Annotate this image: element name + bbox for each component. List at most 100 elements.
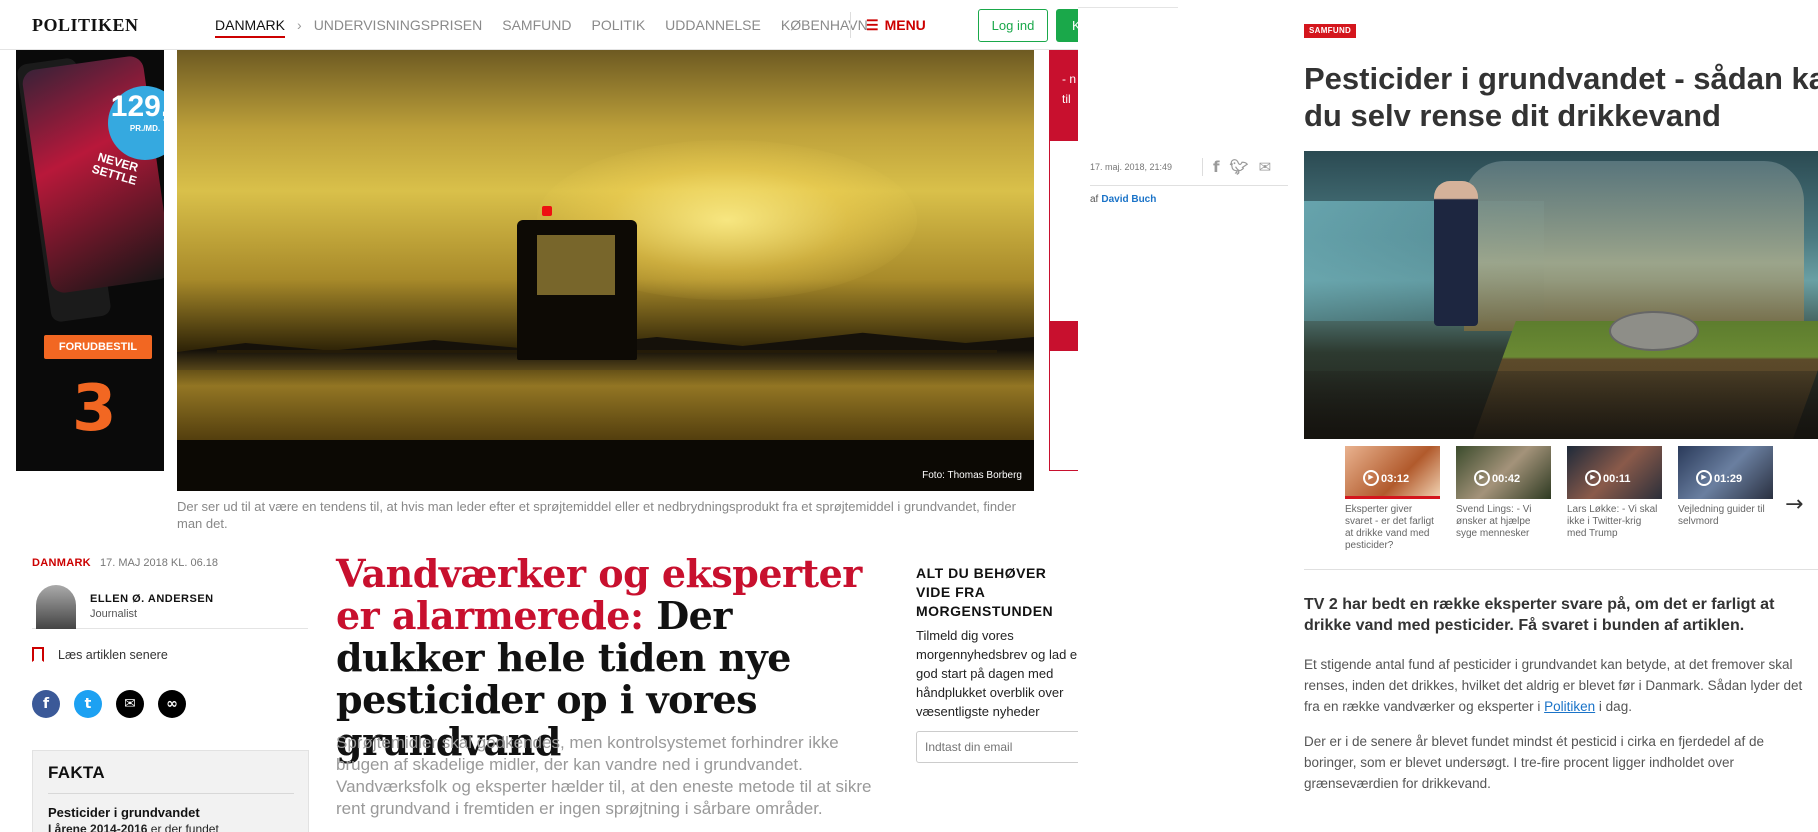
video-title: Vejledning guider til selvmord (1678, 504, 1765, 527)
side-ad[interactable]: - n til (1049, 50, 1078, 471)
nav-item-uddannelse[interactable]: UDDANNELSE (665, 17, 761, 38)
subscribe-button[interactable]: K (1056, 9, 1078, 42)
playlist-item[interactable]: ▶ 01:29 Vejledning guider til selvmord (1678, 446, 1773, 552)
newsletter-text-body: Tilmeld dig vores morgennyhedsbrev og la… (916, 628, 1078, 719)
phone-ad[interactable]: 129,- PR./MD. NEVER SETTLE FORUDBESTIL 3 (16, 50, 164, 471)
facebook-icon[interactable]: f (1213, 158, 1220, 176)
ad-price-unit: PR./MD. (129, 124, 161, 133)
login-button[interactable]: Log ind (978, 9, 1048, 42)
nav-divider (850, 12, 851, 38)
tv2-p1-end: i dag. (1598, 699, 1632, 714)
hero-image: Foto: Thomas Borberg (177, 50, 1034, 491)
headline-red: Vandværker og eksperter er alarmerede: (336, 551, 862, 638)
twitter-icon[interactable]: 🐦︎ (1230, 158, 1249, 176)
fakta-box: FAKTA Pesticider i grundvandet I årene 2… (32, 750, 309, 832)
photo-credit: Foto: Thomas Borberg (922, 470, 1022, 481)
tv2-paragraph-1: Et stigende antal fund af pesticider i g… (1304, 654, 1814, 717)
sidebar-author: af David Buch (1090, 194, 1156, 205)
hero-tractor-light (542, 206, 552, 216)
video-presenter (1434, 181, 1478, 326)
chevron-right-icon: › (297, 17, 302, 33)
twitter-icon[interactable]: t (74, 690, 102, 718)
video-title: Lars Løkke: - Vi skal ikke i Twitter-kri… (1567, 504, 1658, 539)
facebook-icon[interactable]: f (32, 690, 60, 718)
video-well (1609, 311, 1699, 351)
category-badge[interactable]: SAMFUND (1304, 24, 1357, 38)
video-backdrop (1464, 161, 1804, 331)
video-title: Svend Lings: - Vi ønsker at hjælpe syge … (1456, 504, 1532, 539)
author-avatar (36, 585, 76, 629)
nav-item-samfund[interactable]: SAMFUND (502, 17, 571, 38)
play-icon: ▶ (1474, 470, 1490, 486)
politiken-header: POLITIKEN DANMARK › UNDERVISNINGSPRISEN … (0, 0, 1078, 50)
share-buttons: f t ✉ ∞ (32, 690, 186, 718)
video-duration: 00:42 (1492, 473, 1521, 485)
playlist-item[interactable]: ▶ 03:12 Eksperter giver svaret - er det … (1345, 446, 1440, 552)
playlist-thumbnail: ▶ 00:42 (1456, 446, 1551, 499)
side-ad-button[interactable] (1050, 321, 1078, 351)
tv2-lead: TV 2 har bedt en række eksperter svare p… (1304, 596, 1775, 634)
hero-ground (177, 440, 1034, 491)
share-divider (1202, 158, 1203, 176)
read-later-button[interactable]: Læs artiklen senere (32, 647, 168, 662)
newsletter-title: ALT DU BEHØVER VIDE FRA MORGENSTUNDEN (916, 565, 1054, 619)
read-later-label: Læs artiklen senere (58, 648, 168, 662)
fakta-text-rest: er der fundet (150, 822, 219, 832)
author-prefix: af (1090, 194, 1099, 205)
sidebar-share: f 🐦︎ ✉ (1202, 158, 1271, 176)
nav-item-danmark[interactable]: DANMARK (215, 17, 286, 38)
arrow-right-icon[interactable]: → (1785, 492, 1803, 517)
author-name: ELLEN Ø. ANDERSEN (90, 593, 214, 605)
sidebar-date: 17. maj. 2018, 21:49 (1090, 162, 1173, 172)
newsletter-email-input[interactable] (916, 731, 1078, 763)
ad-price: 129,- (110, 90, 164, 123)
author-box[interactable]: ELLEN Ø. ANDERSEN Journalist (32, 585, 308, 629)
ad-preorder-button[interactable]: FORUDBESTIL (44, 335, 152, 359)
video-player[interactable] (1304, 151, 1818, 439)
newsletter-text: Tilmeld dig vores morgennyhedsbrev og la… (916, 626, 1078, 721)
menu-button[interactable]: ☰ MENU (866, 17, 926, 34)
play-icon: ▶ (1696, 470, 1712, 486)
video-duration: 00:11 (1603, 473, 1631, 485)
article-lead: Sprøjtemidler skal godkendes, men kontro… (336, 733, 872, 818)
hamburger-icon: ☰ (866, 17, 879, 33)
video-playlist: ▶ 03:12 Eksperter giver svaret - er det … (1345, 446, 1773, 552)
video-duration: 01:29 (1714, 473, 1743, 485)
hero-tractor-cab (537, 235, 615, 295)
playlist-item[interactable]: ▶ 00:42 Svend Lings: - Vi ønsker at hjæl… (1456, 446, 1551, 552)
three-logo: 3 (72, 372, 117, 446)
fakta-divider (48, 793, 294, 794)
tv2-title-line-1: Pesticider i grundvandet - sådan ka (1304, 61, 1818, 96)
article-meta: DANMARK 17. MAJ 2018 KL. 06.18 (32, 557, 218, 569)
tv2-divider (1304, 569, 1818, 570)
play-icon: ▶ (1585, 470, 1601, 486)
section-label[interactable]: DANMARK (32, 557, 91, 569)
fakta-title: FAKTA (48, 763, 105, 782)
publish-date: 17. MAJ 2018 KL. 06.18 (100, 557, 219, 569)
link-icon[interactable]: ∞ (158, 690, 186, 718)
menu-label: MENU (884, 17, 926, 33)
sidebar-top-divider (1078, 7, 1178, 8)
bookmark-icon (32, 647, 44, 662)
author-link[interactable]: David Buch (1101, 194, 1156, 205)
nav-item-undervisningsprisen[interactable]: UNDERVISNINGSPRISEN (314, 17, 483, 38)
play-icon: ▶ (1363, 470, 1379, 486)
image-caption: Der ser ud til at være en tendens til, a… (177, 499, 1016, 531)
mail-icon[interactable]: ✉ (1259, 158, 1272, 176)
nav-item-politik[interactable]: POLITIK (591, 17, 645, 38)
sidebar-divider (1090, 185, 1288, 186)
nav-item-koebenhavn[interactable]: KØBENHAVN (781, 17, 868, 38)
tv2-article-title: Pesticider i grundvandet - sådan ka du s… (1304, 60, 1818, 134)
fakta-text: I årene 2014-2016 er der fundet (48, 822, 219, 832)
fakta-text-bold: I årene 2014-2016 (48, 822, 148, 832)
main-nav: DANMARK › UNDERVISNINGSPRISEN SAMFUND PO… (215, 17, 888, 38)
playlist-thumbnail: ▶ 03:12 (1345, 446, 1440, 499)
video-floor (1304, 371, 1818, 439)
author-role: Journalist (90, 608, 138, 620)
side-ad-top: - n til (1050, 51, 1078, 141)
politiken-link[interactable]: Politiken (1544, 699, 1595, 714)
politiken-logo[interactable]: POLITIKEN (32, 15, 139, 36)
playlist-item[interactable]: ▶ 00:11 Lars Løkke: - Vi skal ikke i Twi… (1567, 446, 1662, 552)
fakta-heading: Pesticider i grundvandet (48, 805, 200, 820)
mail-icon[interactable]: ✉ (116, 690, 144, 718)
